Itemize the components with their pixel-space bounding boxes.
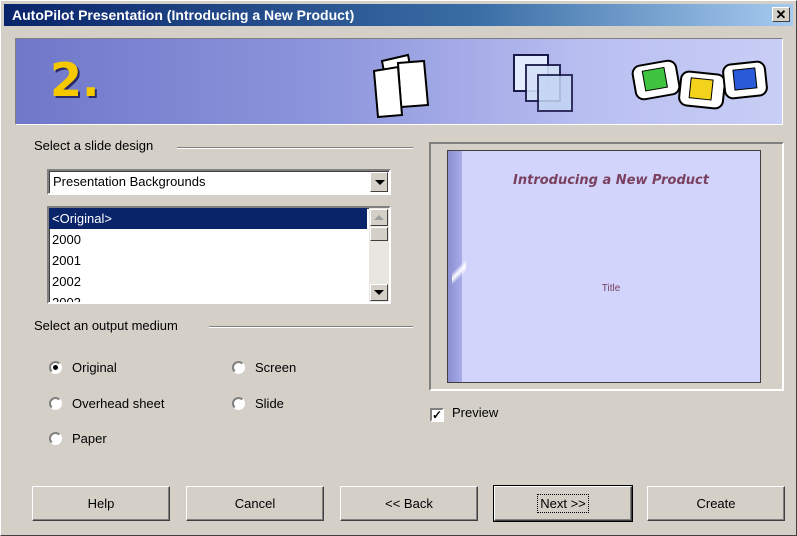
design-listbox[interactable]: <Original> 2000 2001 2002 2003 <box>47 206 391 304</box>
radio-label: Overhead sheet <box>72 396 165 411</box>
cancel-button[interactable]: Cancel <box>186 486 324 521</box>
radio-overhead-sheet[interactable]: Overhead sheet <box>49 396 165 411</box>
scroll-thumb[interactable] <box>370 227 388 241</box>
scroll-down-icon[interactable] <box>370 284 388 301</box>
list-item[interactable]: 2000 <box>49 229 367 250</box>
design-section-label: Select a slide design <box>34 138 160 153</box>
chevron-down-icon[interactable] <box>370 172 388 192</box>
checkbox-box[interactable]: ✓ <box>430 408 444 422</box>
radio-paper[interactable]: Paper <box>49 431 107 446</box>
step-banner: 2. <box>15 38 783 125</box>
output-group-line <box>209 326 413 328</box>
radio-dot[interactable] <box>49 432 62 445</box>
scroll-up-icon[interactable] <box>370 209 388 226</box>
radio-label: Original <box>72 360 117 375</box>
window-title: AutoPilot Presentation (Introducing a Ne… <box>12 7 355 23</box>
close-button[interactable]: ✕ <box>772 7 790 22</box>
preview-checkbox[interactable]: ✓ Preview <box>430 405 498 422</box>
radio-label: Paper <box>72 431 107 446</box>
back-button[interactable]: << Back <box>340 486 478 521</box>
output-section-label: Select an output medium <box>34 318 184 333</box>
color-slides-icon <box>631 59 768 110</box>
radio-original[interactable]: Original <box>49 360 117 375</box>
list-item[interactable]: <Original> <box>49 208 367 229</box>
slide-preview: Introducing a New Product Title <box>447 150 761 383</box>
create-button[interactable]: Create <box>647 486 785 521</box>
slide-swoosh <box>452 255 466 285</box>
radio-slide[interactable]: Slide <box>232 396 284 411</box>
radio-label: Screen <box>255 360 297 375</box>
radio-dot[interactable] <box>49 361 62 374</box>
step-number: 2. <box>50 53 100 107</box>
radio-label: Slide <box>255 396 284 411</box>
slide-subtitle: Title <box>601 283 621 294</box>
radio-screen[interactable]: Screen <box>232 360 296 375</box>
radio-dot[interactable] <box>49 397 62 410</box>
design-category-value: Presentation Backgrounds <box>53 174 206 189</box>
design-category-dropdown[interactable]: Presentation Backgrounds <box>47 169 391 195</box>
preview-frame: Introducing a New Product Title <box>429 142 784 391</box>
title-bar[interactable]: AutoPilot Presentation (Introducing a Ne… <box>4 4 793 26</box>
list-item[interactable]: 2003 <box>49 292 367 302</box>
radio-dot[interactable] <box>232 397 245 410</box>
next-button[interactable]: Next >> <box>493 485 633 522</box>
listbox-scrollbar[interactable] <box>369 208 389 302</box>
list-item[interactable]: 2001 <box>49 250 367 271</box>
slide-title: Introducing a New Product <box>513 173 709 188</box>
list-item[interactable]: 2002 <box>49 271 367 292</box>
design-group-line <box>177 147 413 149</box>
radio-dot[interactable] <box>232 361 245 374</box>
help-button[interactable]: Help <box>32 486 170 521</box>
preview-checkbox-label: Preview <box>452 405 499 420</box>
autopilot-dialog: AutoPilot Presentation (Introducing a Ne… <box>0 0 797 536</box>
blank-pages-icon <box>372 53 430 119</box>
layered-frames-icon <box>513 54 573 112</box>
